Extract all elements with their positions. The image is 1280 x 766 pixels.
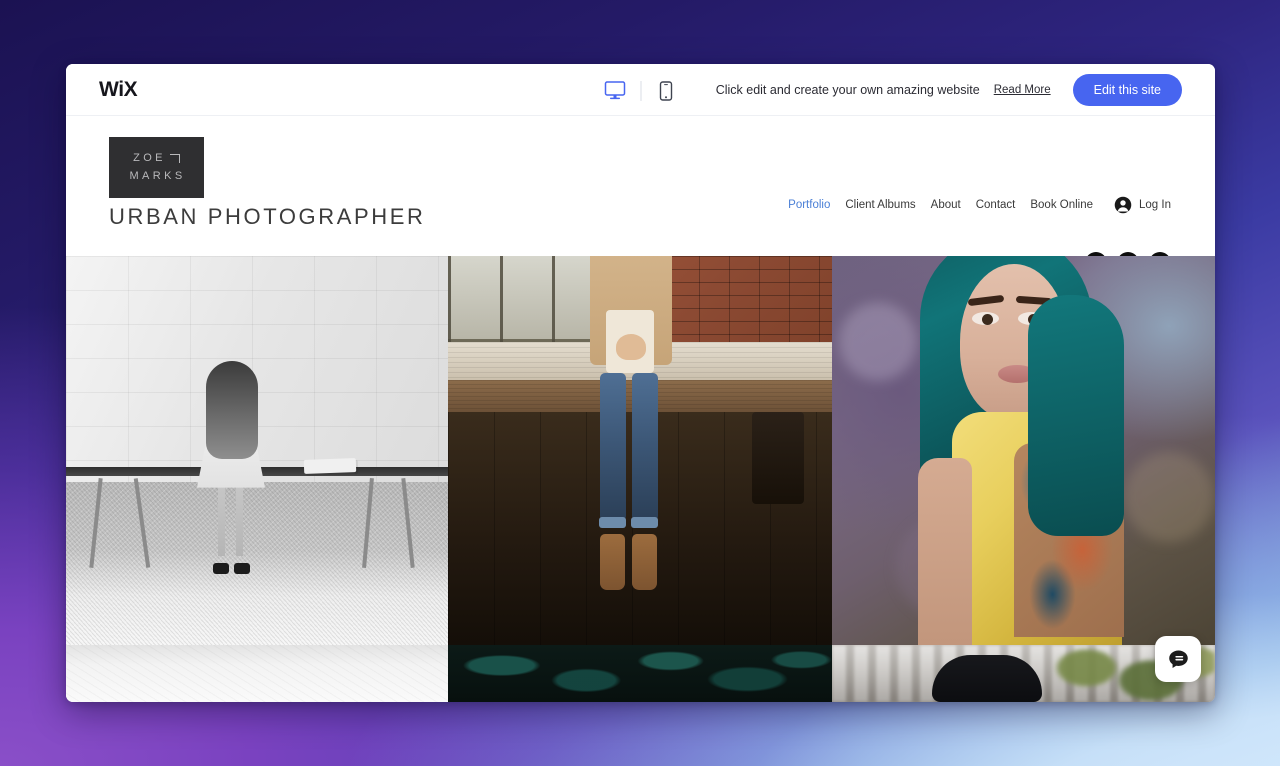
jeans-cuff (599, 516, 626, 528)
silhouette-head (931, 655, 1042, 702)
portfolio-gallery-grid (66, 256, 1215, 702)
figure-jeans (632, 372, 658, 521)
figure-arm (918, 458, 972, 645)
photo-teal-hair-tattoo[interactable] (832, 256, 1215, 645)
read-more-link[interactable]: Read More (994, 84, 1051, 96)
figure-shoe (213, 563, 229, 575)
login-button[interactable]: Log In (1114, 196, 1171, 214)
photo-legs-brick-wall[interactable] (448, 256, 832, 645)
teal-hair-strand (1028, 294, 1124, 537)
site-header: ZOE MARKS URBAN PHOTOGRAPHER Portfolio C… (66, 116, 1215, 274)
figure-jeans (600, 372, 626, 521)
photo-dark-ivy[interactable] (448, 645, 832, 702)
user-avatar-icon (1114, 196, 1132, 214)
device-preview-toggles (598, 78, 683, 104)
wix-editor-topbar: WiX Click edit and create your own amazi (66, 64, 1215, 116)
brand-logo-block[interactable]: ZOE MARKS (109, 137, 204, 198)
site-preview-frame: WiX Click edit and create your own amazi (66, 64, 1215, 702)
nav-item-book-online[interactable]: Book Online (1030, 199, 1093, 211)
edit-this-site-button[interactable]: Edit this site (1072, 73, 1182, 106)
page-title: URBAN PHOTOGRAPHER (109, 204, 426, 229)
nav-item-client-albums[interactable]: Client Albums (845, 199, 915, 211)
promo-text: Click edit and create your own amazing w… (715, 82, 980, 97)
bench-photo-ground (66, 481, 448, 645)
brand-line-1: ZOE (133, 152, 166, 164)
jeans-cuff (631, 516, 658, 528)
device-toggle-divider (640, 80, 641, 101)
desktop-monitor-icon[interactable] (598, 78, 632, 104)
nav-item-contact[interactable]: Contact (976, 199, 1016, 211)
figure-shoe (234, 563, 250, 575)
figure-boot (632, 534, 657, 591)
nav-item-about[interactable]: About (931, 199, 961, 211)
brand-line-1-row: ZOE (133, 153, 180, 164)
brand-line-2: MARKS (129, 170, 186, 182)
wix-logo[interactable]: WiX (99, 78, 138, 102)
editor-bar-actions: Click edit and create your own amazing w… (716, 64, 1215, 115)
figure-boot (600, 534, 625, 591)
window-mullions (448, 256, 610, 342)
nav-item-portfolio[interactable]: Portfolio (788, 199, 830, 211)
chat-widget-button[interactable] (1155, 636, 1201, 682)
figure-hair (206, 361, 258, 460)
login-label: Log In (1139, 199, 1171, 211)
mobile-phone-icon[interactable] (649, 78, 683, 104)
figure-pupil (982, 313, 993, 325)
figure-hands (616, 333, 646, 360)
photo-white-wall[interactable] (66, 645, 448, 702)
corner-bracket-icon (169, 154, 180, 163)
photo-girl-on-bench[interactable] (66, 256, 448, 645)
main-navigation: Portfolio Client Albums About Contact Bo… (788, 196, 1171, 214)
chat-bubble-icon (1168, 650, 1188, 668)
bench-paper (303, 458, 357, 474)
dark-chair (752, 411, 804, 504)
